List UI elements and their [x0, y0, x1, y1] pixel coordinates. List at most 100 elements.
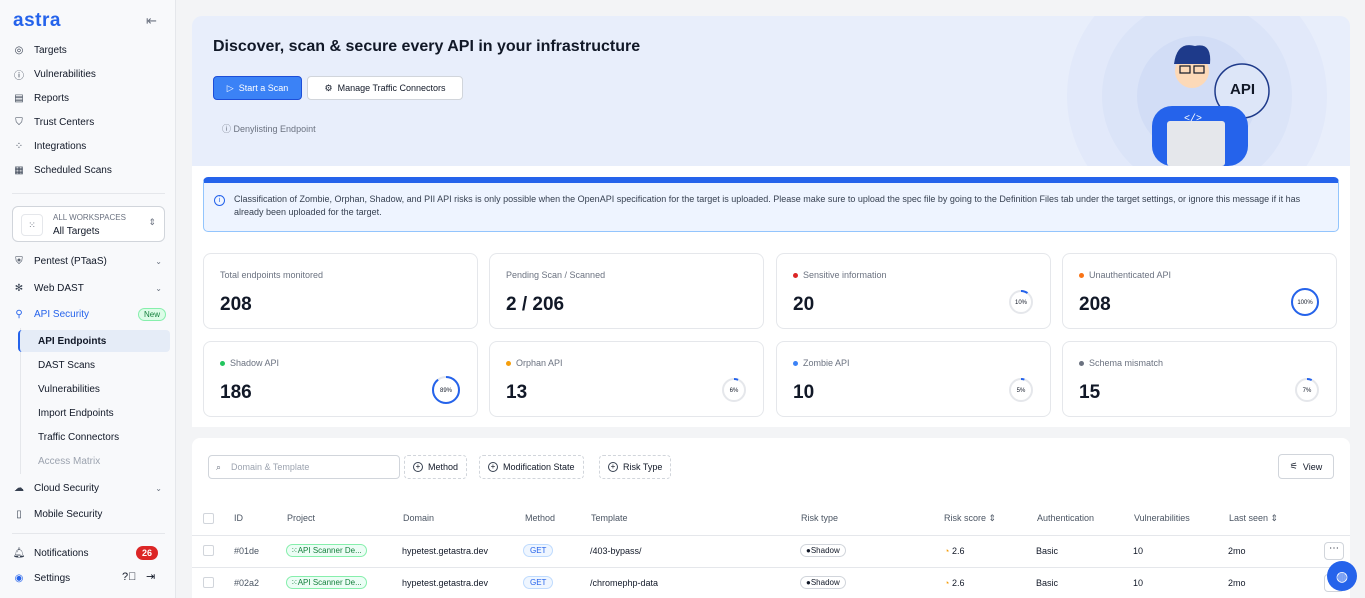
stat-label: Orphan API	[516, 358, 563, 368]
sidebar-item-integrations[interactable]: ⁘ Integrations	[12, 137, 86, 155]
stat-card-zombie-api[interactable]: Zombie API 10 5%	[776, 341, 1051, 417]
document-icon: ▤	[14, 92, 24, 104]
project-badge[interactable]: ⁙API Scanner De...	[286, 544, 367, 557]
more-icon: ⋯	[1329, 543, 1339, 554]
sidebar-item-label: Mobile Security	[34, 508, 103, 520]
cell-domain: hypetest.getastra.dev	[402, 578, 489, 588]
sidebar-item-mobile-security[interactable]: ▯ Mobile Security	[12, 505, 102, 523]
status-dot	[1079, 360, 1084, 366]
sidebar-item-api-security[interactable]: ⚲ API Security	[12, 305, 89, 323]
column-header-template: Template	[591, 513, 628, 523]
stat-value: 208	[1079, 294, 1111, 315]
stat-label: Zombie API	[803, 358, 850, 368]
logout-icon[interactable]: ⇥	[146, 570, 155, 583]
search-placeholder: Domain & Template	[231, 462, 310, 472]
alert-circle-icon: ⓘ	[14, 70, 24, 82]
api-illustration-label: API	[1230, 81, 1256, 98]
divider	[192, 535, 1350, 536]
sidebar-sub-api-endpoints[interactable]: API Endpoints	[38, 336, 106, 350]
stat-label: Schema mismatch	[1089, 358, 1164, 368]
info-banner-text: Classification of Zombie, Orphan, Shadow…	[234, 194, 1301, 217]
sidebar-item-pentest[interactable]: ⛨ Pentest (PTaaS) ⌄	[12, 252, 162, 270]
sidebar-item-cloud-security[interactable]: ☁ Cloud Security ⌄	[12, 479, 162, 497]
sidebar-sub-import-endpoints[interactable]: Import Endpoints	[38, 408, 114, 422]
shield-icon: ⛉	[15, 116, 23, 128]
denylisting-endpoint-link[interactable]: ⓘ Denylisting Endpoint	[222, 122, 316, 135]
row-checkbox[interactable]	[203, 577, 214, 588]
row-actions-button[interactable]: ⋯	[1324, 542, 1344, 560]
stat-value: 20	[793, 294, 815, 315]
sidebar-item-label: Integrations	[34, 140, 87, 152]
column-header-id: ID	[234, 513, 243, 523]
stat-card-unauthenticated-api[interactable]: Unauthenticated API 208 100%	[1062, 253, 1337, 329]
cell-id: #01de	[234, 546, 260, 556]
sidebar-item-trust-centers[interactable]: ⛉ Trust Centers	[12, 113, 94, 131]
filter-label: Modification State	[503, 462, 575, 472]
sidebar-item-targets[interactable]: ◎ Targets	[12, 41, 67, 59]
header-label: Last seen	[1229, 513, 1269, 523]
risk-meter-icon: ◔	[944, 546, 950, 556]
progress-ring: 10%	[1009, 290, 1033, 314]
sidebar-item-web-dast[interactable]: ✻ Web DAST ⌄	[12, 279, 162, 297]
sidebar-item-label: Web DAST	[34, 282, 84, 294]
chat-support-button[interactable]: ◍	[1327, 561, 1357, 591]
cell-id: #02a2	[234, 578, 260, 588]
gear-icon: ⚙	[324, 82, 333, 93]
sidebar-item-label: Notifications	[34, 547, 89, 559]
search-input[interactable]: ⌕ Domain & Template	[208, 455, 400, 479]
row-checkbox[interactable]	[203, 545, 214, 556]
cell-vulnerabilities: 10	[1133, 546, 1144, 556]
column-header-domain: Domain	[403, 513, 435, 523]
stat-card-shadow-api[interactable]: Shadow API 186 89%	[203, 341, 478, 417]
workspace-selector[interactable]: ⁙ ALL WORKSPACES All Targets ⇕	[12, 206, 165, 242]
filter-modification-state-button[interactable]: + Modification State	[479, 455, 584, 479]
cell-template[interactable]: /chromephp-data	[590, 578, 658, 588]
status-dot	[793, 360, 798, 366]
grid-icon: ⁙	[291, 546, 298, 555]
bell-icon: 🔔︎	[12, 547, 26, 559]
sidebar-item-label: Vulnerabilities	[34, 68, 96, 80]
target-icon: ◎	[14, 44, 24, 56]
cell-template[interactable]: /403-bypass/	[590, 546, 642, 556]
progress-ring-label: 5%	[1017, 388, 1026, 394]
progress-ring-label: 7%	[1303, 388, 1312, 394]
sidebar-sub-vulnerabilities[interactable]: Vulnerabilities	[38, 384, 100, 398]
risk-score-value: 2.6	[951, 578, 965, 588]
sidebar-sub-dast-scans[interactable]: DAST Scans	[38, 360, 95, 374]
project-label: API Scanner De...	[297, 546, 362, 555]
sidebar-item-label: Scheduled Scans	[34, 164, 112, 176]
filter-method-button[interactable]: + Method	[404, 455, 468, 479]
column-header-risk-score[interactable]: Risk score ⇕	[944, 513, 996, 524]
sidebar-item-notifications[interactable]: 🔔︎ Notifications	[12, 544, 89, 562]
collapse-sidebar-icon[interactable]: ⇤	[146, 13, 157, 29]
stat-card-total-endpoints[interactable]: Total endpoints monitored 208	[203, 253, 478, 329]
sidebar-item-reports[interactable]: ▤ Reports	[12, 89, 69, 107]
sidebar-item-vulnerabilities[interactable]: ⓘ Vulnerabilities	[12, 65, 96, 83]
view-label: View	[1302, 461, 1323, 472]
cell-vulnerabilities: 10	[1133, 578, 1144, 588]
cell-domain: hypetest.getastra.dev	[402, 546, 489, 556]
sidebar-item-scheduled-scans[interactable]: ▦ Scheduled Scans	[12, 161, 112, 179]
astra-logo[interactable]: astra	[13, 10, 61, 32]
column-header-last-seen[interactable]: Last seen ⇕	[1229, 513, 1278, 524]
filter-risk-type-button[interactable]: + Risk Type	[599, 455, 672, 479]
stat-card-schema-mismatch[interactable]: Schema mismatch 15 7%	[1062, 341, 1337, 417]
sidebar-sub-traffic-connectors[interactable]: Traffic Connectors	[38, 432, 119, 446]
manage-traffic-connectors-button[interactable]: ⚙ Manage Traffic Connectors	[307, 76, 463, 100]
sidebar-item-label: Trust Centers	[34, 116, 95, 128]
hero-banner: </> API Discover, scan & secure every AP…	[192, 16, 1350, 166]
stat-card-pending-scanned[interactable]: Pending Scan / Scanned 2 / 206	[489, 253, 764, 329]
start-scan-button[interactable]: ▷ Start a Scan	[213, 76, 302, 100]
view-button[interactable]: ⚟ View	[1278, 454, 1334, 479]
sidebar-item-settings[interactable]: ◉ Settings	[12, 569, 71, 587]
help-icon[interactable]: ?⃝	[122, 571, 136, 583]
stat-value: 13	[506, 382, 528, 403]
column-header-risk-type: Risk type	[801, 513, 839, 523]
stat-card-sensitive-information[interactable]: Sensitive information 20 10%	[776, 253, 1051, 329]
select-all-checkbox[interactable]	[203, 513, 214, 524]
project-badge[interactable]: ⁙API Scanner De...	[286, 576, 367, 589]
sidebar-item-label: API Security	[34, 308, 90, 320]
start-scan-label: Start a Scan	[238, 83, 289, 93]
stat-card-orphan-api[interactable]: Orphan API 13 6%	[489, 341, 764, 417]
stats-panel: Total endpoints monitored 208 Pending Sc…	[192, 243, 1350, 427]
